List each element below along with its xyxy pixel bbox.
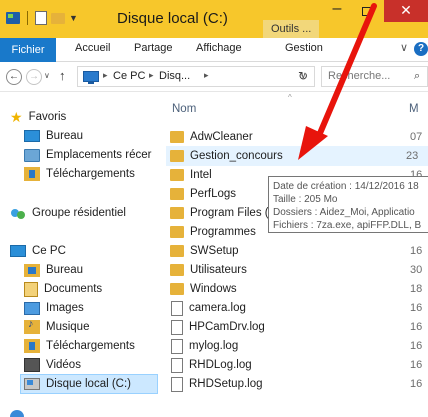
- folder-icon: [170, 264, 184, 276]
- pictures-icon: [24, 301, 40, 315]
- list-item[interactable]: mylog.log 16: [170, 336, 428, 356]
- nav-network-partial[interactable]: [10, 407, 24, 417]
- nav-item-musique[interactable]: Musique: [24, 317, 89, 337]
- network-icon: [10, 410, 24, 417]
- nav-item-videos[interactable]: Vidéos: [24, 355, 81, 375]
- tab-affichage[interactable]: Affichage: [196, 42, 242, 54]
- file-list: ^ Nom M AdwCleaner 07 Gestion_concours 2…: [162, 93, 428, 417]
- navigation-pane: ★ Favoris Bureau Emplacements récer Télé…: [0, 93, 158, 417]
- folder-icon: [170, 131, 184, 143]
- nav-item-bureau[interactable]: Bureau: [24, 126, 83, 146]
- nav-item-pc-telechargements[interactable]: Téléchargements: [24, 336, 135, 356]
- breadcrumb-separator-icon[interactable]: ▸: [103, 70, 108, 81]
- folder-info-tooltip: Date de création : 14/12/2016 18 Taille …: [268, 176, 428, 233]
- videos-icon: [24, 358, 40, 372]
- nav-this-pc[interactable]: Ce PC: [10, 241, 66, 261]
- file-icon: [171, 300, 183, 316]
- nav-favorites[interactable]: ★ Favoris: [10, 107, 66, 127]
- address-bar[interactable]: ▸ Ce PC ▸ Disq... ▸ ∨: [77, 66, 315, 87]
- properties-icon[interactable]: [35, 11, 47, 25]
- nav-item-pc-bureau[interactable]: Bureau: [24, 260, 83, 280]
- breadcrumb-ce-pc[interactable]: Ce PC: [113, 70, 145, 82]
- sort-ascending-icon: ^: [288, 93, 292, 102]
- navigation-bar: ← → ∨ ↑ ▸ Ce PC ▸ Disq... ▸ ∨ ↻ Recherch…: [0, 62, 428, 92]
- tooltip-files: Fichiers : 7za.exe, apiFFP.DLL, B: [273, 220, 422, 231]
- drive-icon: [6, 12, 20, 24]
- homegroup-icon: [10, 206, 26, 220]
- folder-icon: [170, 207, 184, 219]
- nav-item-emplacements-recents[interactable]: Emplacements récer: [24, 145, 158, 165]
- star-icon: ★: [10, 108, 23, 125]
- file-icon: [171, 319, 183, 335]
- recent-places-icon: [24, 148, 40, 162]
- computer-icon: [10, 245, 26, 257]
- folder-icon: [170, 150, 184, 162]
- nav-item-disque-local[interactable]: Disque local (C:): [20, 374, 158, 394]
- list-item[interactable]: RHDLog.log 16: [170, 355, 428, 375]
- list-item[interactable]: AdwCleaner 07: [170, 127, 428, 147]
- toolbar-separator: [27, 11, 28, 25]
- folder-icon: [170, 188, 184, 200]
- file-icon: [171, 357, 183, 373]
- documents-icon: [24, 281, 38, 297]
- nav-item-documents[interactable]: Documents: [24, 279, 102, 299]
- desktop-folder-icon: [24, 263, 40, 277]
- maximize-icon: [362, 7, 372, 16]
- expand-ribbon-chevron-icon[interactable]: ∨: [400, 41, 408, 54]
- quick-access-toolbar: ▼: [6, 11, 78, 25]
- forward-button[interactable]: →: [26, 69, 42, 85]
- nav-item-telechargements[interactable]: Téléchargements: [24, 164, 135, 184]
- list-item[interactable]: HPCamDrv.log 16: [170, 317, 428, 337]
- search-input[interactable]: Recherche...: [328, 70, 390, 82]
- column-header-date-modified[interactable]: M: [409, 103, 419, 115]
- recent-locations-dropdown-icon[interactable]: ∨: [44, 71, 50, 80]
- help-icon[interactable]: ?: [414, 42, 428, 56]
- window-title: Disque local (C:): [117, 10, 228, 27]
- contextual-tools-tab[interactable]: Outils ...: [263, 20, 319, 38]
- file-icon: [171, 338, 183, 354]
- list-item[interactable]: Windows 18: [170, 279, 428, 299]
- list-item[interactable]: camera.log 16: [170, 298, 428, 318]
- drive-icon: [24, 378, 40, 390]
- search-box[interactable]: Recherche... ⌕: [321, 66, 428, 87]
- tooltip-folders: Dossiers : Aidez_Moi, Applicatio: [273, 207, 415, 218]
- breadcrumb-separator-icon[interactable]: ▸: [149, 70, 154, 81]
- downloads-icon: [24, 167, 40, 181]
- tab-accueil[interactable]: Accueil: [75, 42, 110, 54]
- refresh-icon[interactable]: ↻: [298, 69, 308, 83]
- folder-icon: [170, 283, 184, 295]
- list-item[interactable]: Gestion_concours 23: [166, 146, 428, 166]
- new-folder-icon[interactable]: [51, 12, 65, 24]
- column-header-name[interactable]: Nom: [172, 103, 196, 115]
- breadcrumb-separator-icon[interactable]: ▸: [204, 70, 209, 81]
- tooltip-created: Date de création : 14/12/2016 18: [273, 181, 419, 192]
- folder-icon: [170, 245, 184, 257]
- maximize-button[interactable]: [352, 0, 382, 22]
- list-item[interactable]: Utilisateurs 30: [170, 260, 428, 280]
- customize-toolbar-dropdown-icon[interactable]: ▼: [69, 13, 78, 23]
- close-button[interactable]: ✕: [384, 0, 428, 22]
- back-button[interactable]: ←: [6, 69, 22, 85]
- minimize-button[interactable]: –: [322, 0, 352, 22]
- list-item[interactable]: RHDSetup.log 16: [170, 374, 428, 394]
- breadcrumb-disque[interactable]: Disq...: [159, 70, 190, 82]
- computer-icon: [83, 71, 99, 84]
- up-button[interactable]: ↑: [59, 68, 66, 83]
- tab-fichier[interactable]: Fichier: [0, 38, 56, 62]
- title-bar: ▼ Disque local (C:) Outils ... – ✕: [0, 0, 428, 38]
- nav-item-images[interactable]: Images: [24, 298, 84, 318]
- nav-homegroup[interactable]: Groupe résidentiel: [10, 203, 126, 223]
- desktop-icon: [24, 130, 40, 142]
- file-icon: [171, 376, 183, 392]
- ribbon-tabs: Fichier Accueil Partage Affichage Gestio…: [0, 38, 428, 62]
- folder-icon: [170, 169, 184, 181]
- music-icon: [24, 318, 40, 334]
- tab-gestion[interactable]: Gestion: [285, 42, 323, 54]
- tooltip-size: Taille : 205 Mo: [273, 194, 338, 205]
- list-item[interactable]: SWSetup 16: [170, 241, 428, 261]
- downloads-icon: [24, 339, 40, 353]
- tab-partage[interactable]: Partage: [134, 42, 173, 54]
- folder-icon: [170, 226, 184, 238]
- search-icon: ⌕: [414, 70, 421, 82]
